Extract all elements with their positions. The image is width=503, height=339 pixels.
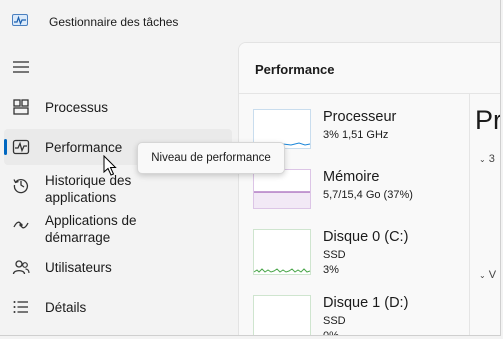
performance-panel: Performance Processeur 3% 1,51 GHz Mémoi… bbox=[238, 42, 501, 336]
menu-hamburger-icon[interactable] bbox=[12, 59, 30, 75]
processes-icon bbox=[13, 99, 29, 115]
detail-expand-marker[interactable]: ⌄ 3 bbox=[479, 153, 495, 165]
resource-name: Disque 0 (C:) bbox=[323, 229, 409, 245]
selection-indicator bbox=[4, 139, 7, 155]
nav-item-label: Utilisateurs bbox=[45, 260, 112, 275]
title-bar: Gestionnaire des tâches bbox=[0, 0, 500, 44]
resource-usage: 3% 1,51 GHz bbox=[323, 129, 389, 141]
nav-item-details[interactable]: Détails bbox=[4, 289, 232, 325]
resource-type: SSD bbox=[323, 315, 346, 327]
resource-name: Mémoire bbox=[323, 169, 380, 185]
resource-list: Processeur 3% 1,51 GHz Mémoire 5,7/15,4 … bbox=[239, 94, 469, 336]
nav-item-processes[interactable]: Processus bbox=[4, 89, 232, 125]
tooltip: Niveau de performance bbox=[137, 142, 285, 174]
resource-usage: 5,7/15,4 Go (37%) bbox=[323, 189, 413, 201]
nav-item-label: Applications de démarrage bbox=[45, 213, 137, 245]
nav-item-label: Historique des applications bbox=[45, 173, 132, 205]
disk-0-thumbnail-graph bbox=[253, 229, 311, 275]
panel-divider bbox=[469, 94, 470, 335]
details-icon bbox=[13, 301, 28, 313]
nav-item-startup-apps[interactable]: Applications de démarrage bbox=[4, 209, 232, 249]
detail-heading: Pr bbox=[475, 105, 501, 135]
panel-header: Performance bbox=[239, 43, 500, 94]
resource-name: Disque 1 (D:) bbox=[323, 295, 409, 311]
history-icon bbox=[13, 178, 29, 194]
resource-item-disk-0[interactable]: Disque 0 (C:) SSD 3% bbox=[253, 229, 463, 289]
disk-1-thumbnail-graph bbox=[253, 295, 311, 335]
resource-name: Processeur bbox=[323, 109, 397, 125]
app-title: Gestionnaire des tâches bbox=[49, 15, 179, 29]
resource-usage: 3% bbox=[323, 264, 339, 276]
startup-icon bbox=[13, 221, 29, 229]
detail-marker-text: 3 bbox=[488, 153, 495, 165]
task-manager-app-icon bbox=[12, 14, 28, 26]
nav-item-label: Processus bbox=[45, 100, 109, 115]
nav-item-label: Performance bbox=[45, 140, 123, 155]
users-icon bbox=[12, 260, 30, 275]
task-manager-window: Gestionnaire des tâches Processus Perfor… bbox=[0, 0, 501, 336]
resource-item-disk-1[interactable]: Disque 1 (D:) SSD 0% bbox=[253, 295, 463, 336]
resource-type: SSD bbox=[323, 249, 346, 261]
resource-usage: 0% bbox=[323, 330, 339, 336]
memory-thumbnail-graph bbox=[253, 169, 311, 209]
mouse-cursor-icon bbox=[103, 155, 117, 176]
nav-item-label: Détails bbox=[45, 300, 87, 315]
nav-item-users[interactable]: Utilisateurs bbox=[4, 249, 232, 285]
page-title: Performance bbox=[255, 62, 335, 77]
detail-expand-marker-2[interactable]: ⌄ V bbox=[479, 269, 496, 281]
detail-marker-text: V bbox=[488, 269, 497, 281]
performance-icon bbox=[12, 139, 30, 155]
resource-item-memory[interactable]: Mémoire 5,7/15,4 Go (37%) bbox=[253, 169, 463, 229]
